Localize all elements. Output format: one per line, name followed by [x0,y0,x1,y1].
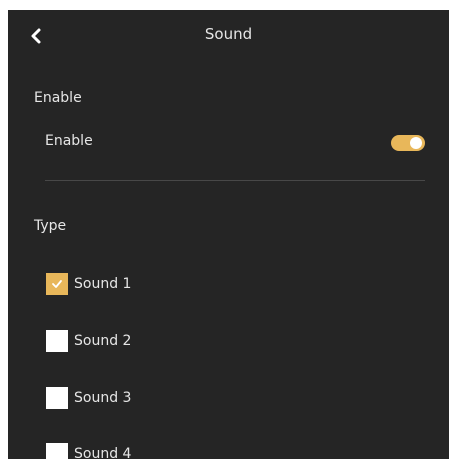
checkbox-unchecked[interactable] [46,443,68,459]
enable-toggle[interactable] [391,135,425,151]
sound-option-3[interactable]: Sound 3 [46,386,131,410]
checkbox-unchecked[interactable] [46,387,68,409]
type-section-heading: Type [34,218,67,234]
sound-option-label: Sound 2 [74,333,132,349]
divider [45,180,425,181]
sound-option-1[interactable]: Sound 1 [46,272,131,296]
page-title: Sound [204,25,253,43]
sound-option-label: Sound 4 [74,446,132,459]
enable-toggle-label: Enable [45,133,93,149]
header: Sound [8,10,449,60]
sound-option-2[interactable]: Sound 2 [46,329,131,353]
checkbox-checked[interactable] [46,273,68,295]
sound-option-4[interactable]: Sound 4 [46,442,131,459]
enable-section-heading: Enable [34,90,82,106]
sound-option-label: Sound 3 [74,390,132,406]
checkbox-unchecked[interactable] [46,330,68,352]
toggle-knob [410,137,422,149]
checkmark-icon [52,280,62,288]
sound-settings-screen: Sound Enable Enable Type Sound 1 Sound 2… [8,10,449,459]
sound-option-label: Sound 1 [74,276,132,292]
